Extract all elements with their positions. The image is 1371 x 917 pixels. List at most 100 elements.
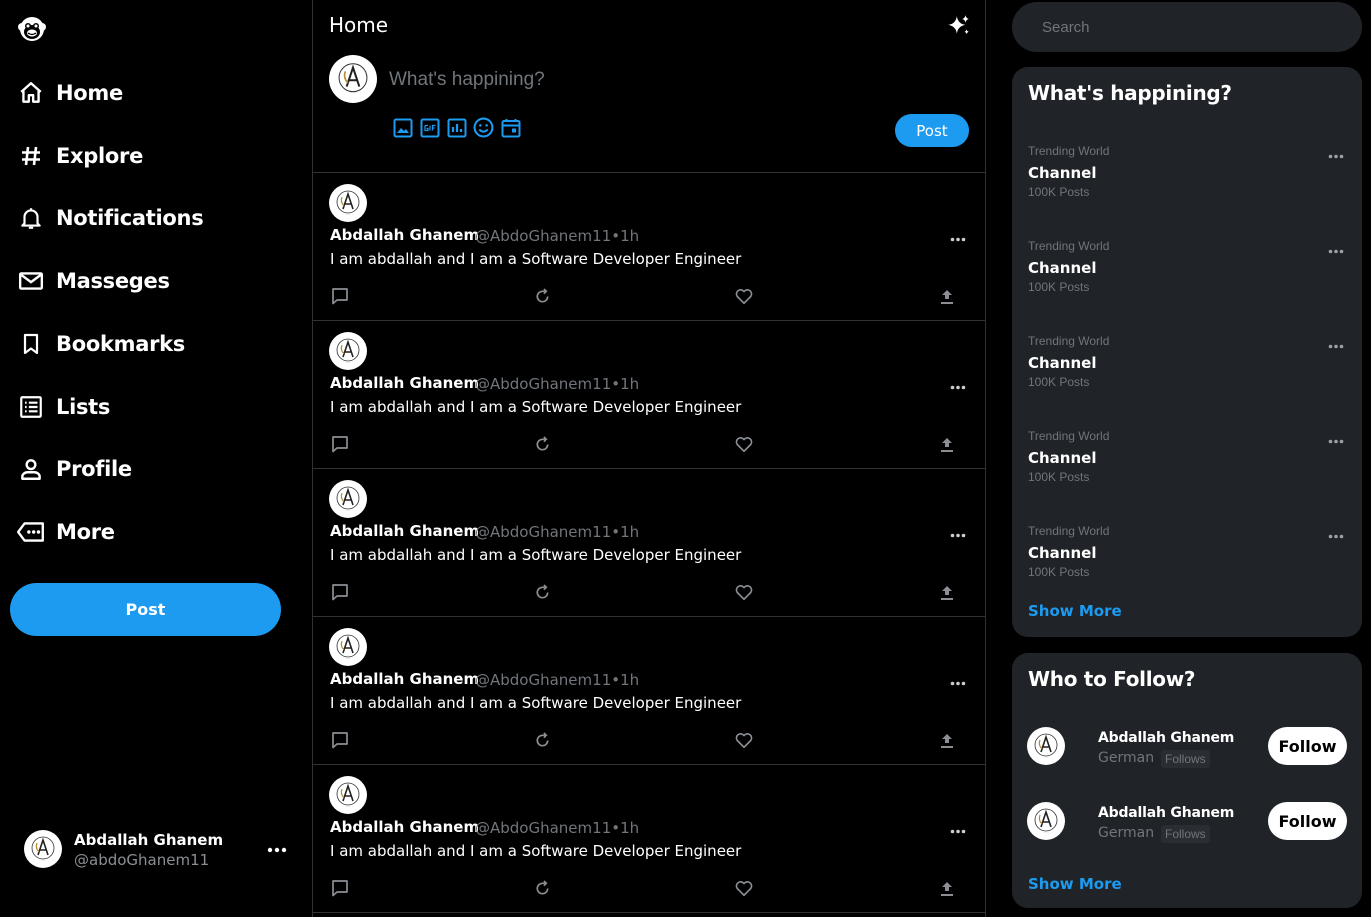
more-dots-icon[interactable] [1328, 146, 1344, 164]
tweet-handle: @AbdoGhanem11•1h [475, 523, 640, 541]
bell-icon [16, 203, 46, 233]
avatar[interactable]: ······ [329, 480, 367, 518]
share-icon[interactable] [937, 582, 957, 602]
image-icon[interactable] [391, 116, 414, 139]
bookmark-icon [16, 329, 46, 359]
sparkle-icon[interactable] [946, 13, 972, 39]
avatar[interactable]: ······ [1027, 802, 1065, 840]
like-icon[interactable] [734, 582, 754, 602]
tweet[interactable]: ······ Abdallah Ghanem @AbdoGhanem11•1h … [313, 765, 985, 913]
tweet-text: I am abdallah and I am a Software Develo… [330, 842, 742, 860]
svg-text:······: ······ [346, 509, 351, 512]
more-dots-icon[interactable] [1328, 241, 1344, 259]
follow-subtitle: German [1098, 750, 1155, 766]
follow-name[interactable]: Abdallah Ghanem [1098, 730, 1234, 746]
nav-item-profile[interactable]: Profile [16, 447, 132, 491]
tweet-author[interactable]: Abdallah Ghanem [330, 670, 479, 688]
more-dots-icon[interactable] [950, 377, 966, 395]
more-dots-icon[interactable] [950, 673, 966, 691]
follows-badge: Follows [1161, 825, 1210, 843]
avatar[interactable]: ······ [329, 628, 367, 666]
follow-suggestion: ······ Abdallah Ghanem German Follows Fo… [1027, 802, 1348, 848]
tweet-author[interactable]: Abdallah Ghanem [330, 374, 479, 392]
avatar[interactable]: ······ [329, 332, 367, 370]
nav-item-home[interactable]: Home [16, 71, 123, 115]
trend-item[interactable]: Trending World Channel 100K Posts [1028, 334, 1348, 404]
trend-count: 100K Posts [1028, 185, 1090, 199]
tweet-author[interactable]: Abdallah Ghanem [330, 226, 479, 244]
nav-item-notifications[interactable]: Notifications [16, 196, 204, 240]
nav-item-more[interactable]: More [16, 510, 115, 554]
avatar[interactable]: ······ [329, 776, 367, 814]
trend-name: Channel [1028, 544, 1097, 562]
nav-item-messages[interactable]: Masseges [16, 259, 170, 303]
emoji-icon[interactable] [472, 116, 495, 139]
nav-item-bookmarks[interactable]: Bookmarks [16, 322, 185, 366]
more-dots-icon[interactable] [1328, 431, 1344, 449]
reply-icon[interactable] [330, 730, 350, 750]
follow-button[interactable]: Follow [1268, 727, 1347, 765]
reply-icon[interactable] [330, 434, 350, 454]
reply-icon[interactable] [330, 878, 350, 898]
svg-text:······: ······ [346, 213, 351, 216]
share-icon[interactable] [937, 730, 957, 750]
right-sidebar: What's happining? Trending World Channel… [986, 0, 1371, 917]
page-title: Home [329, 13, 389, 37]
search-input[interactable] [1012, 2, 1362, 52]
tweet-author[interactable]: Abdallah Ghanem [330, 522, 479, 540]
retweet-icon[interactable] [532, 582, 552, 602]
trend-item[interactable]: Trending World Channel 100K Posts [1028, 144, 1348, 214]
gif-icon[interactable] [418, 116, 441, 139]
more-dots-icon[interactable] [950, 229, 966, 247]
post-button[interactable]: Post [10, 583, 281, 636]
trend-item[interactable]: Trending World Channel 100K Posts [1028, 429, 1348, 499]
trends-show-more-link[interactable]: Show More [1028, 602, 1122, 620]
tweet[interactable]: ······ Abdallah Ghanem @AbdoGhanem11•1h … [313, 617, 985, 765]
current-user-card[interactable]: ······ Abdallah Ghanem @abdoGhanem11 [24, 828, 294, 872]
nav-item-explore[interactable]: Explore [16, 134, 143, 178]
tweet-text: I am abdallah and I am a Software Develo… [330, 546, 742, 564]
trend-meta: Trending World [1028, 239, 1110, 253]
follow-name[interactable]: Abdallah Ghanem [1098, 805, 1234, 821]
trend-item[interactable]: Trending World Channel 100K Posts [1028, 524, 1348, 594]
like-icon[interactable] [734, 434, 754, 454]
more-dots-icon[interactable] [950, 525, 966, 543]
like-icon[interactable] [734, 286, 754, 306]
trend-name: Channel [1028, 354, 1097, 372]
tweet-text: I am abdallah and I am a Software Develo… [330, 398, 742, 416]
nav-item-lists[interactable]: Lists [16, 385, 110, 429]
avatar[interactable]: ······ [1027, 727, 1065, 765]
retweet-icon[interactable] [532, 434, 552, 454]
tweet[interactable]: ······ Abdallah Ghanem @AbdoGhanem11•1h … [313, 173, 985, 321]
more-dots-icon[interactable] [1328, 336, 1344, 354]
avatar: ······ [24, 830, 62, 868]
retweet-icon[interactable] [532, 286, 552, 306]
monkey-logo-icon[interactable] [17, 14, 47, 44]
more-dots-icon[interactable] [1328, 526, 1344, 544]
follow-button[interactable]: Follow [1268, 802, 1347, 840]
retweet-icon[interactable] [532, 730, 552, 750]
share-icon[interactable] [937, 434, 957, 454]
retweet-icon[interactable] [532, 878, 552, 898]
like-icon[interactable] [734, 730, 754, 750]
compose-toolbar [391, 116, 522, 139]
reply-icon[interactable] [330, 286, 350, 306]
more-dots-icon[interactable] [950, 821, 966, 839]
compose-input[interactable] [389, 64, 909, 96]
schedule-icon[interactable] [499, 116, 522, 139]
follow-show-more-link[interactable]: Show More [1028, 875, 1122, 893]
trend-item[interactable]: Trending World Channel 100K Posts [1028, 239, 1348, 309]
tweet[interactable]: ······ Abdallah Ghanem @AbdoGhanem11•1h … [313, 321, 985, 469]
svg-text:······: ······ [1044, 831, 1049, 834]
more-dots-icon[interactable] [267, 840, 287, 858]
compose-post-button[interactable]: Post [895, 114, 969, 147]
tweet[interactable]: ······ Abdallah Ghanem @AbdoGhanem11•1h … [313, 469, 985, 617]
tweet-author[interactable]: Abdallah Ghanem [330, 818, 479, 836]
nav-label: Profile [56, 457, 132, 481]
avatar[interactable]: ······ [329, 184, 367, 222]
poll-icon[interactable] [445, 116, 468, 139]
share-icon[interactable] [937, 878, 957, 898]
like-icon[interactable] [734, 878, 754, 898]
share-icon[interactable] [937, 286, 957, 306]
reply-icon[interactable] [330, 582, 350, 602]
